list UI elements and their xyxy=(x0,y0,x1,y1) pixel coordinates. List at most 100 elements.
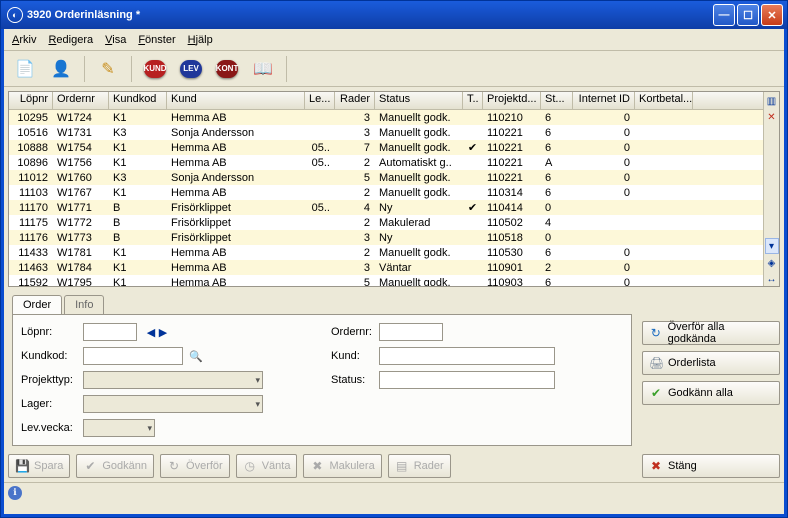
cell-kund: Sonja Andersson xyxy=(167,127,305,139)
tab-info[interactable]: Info xyxy=(64,295,104,314)
grid-resize-icon[interactable]: ↔ xyxy=(765,272,779,286)
cell-ordernr: W1784 xyxy=(53,262,109,274)
cell-kund: Hemma AB xyxy=(167,112,305,124)
cell-kund: Hemma AB xyxy=(167,277,305,287)
col-projektd[interactable]: Projektd... xyxy=(483,92,541,109)
cell-internet: 0 xyxy=(573,277,635,287)
lopnr-input[interactable] xyxy=(83,323,137,341)
grid-columns-icon[interactable]: ▥ xyxy=(765,94,779,108)
ordernr-input[interactable] xyxy=(379,323,443,341)
kont-badge-icon[interactable]: KONT xyxy=(212,55,242,83)
table-row[interactable]: 11103W1767K1Hemma AB2Manuellt godk.11031… xyxy=(9,185,763,200)
stang-button[interactable]: ✖Stäng xyxy=(642,454,780,478)
menu-redigera[interactable]: Redigera xyxy=(48,34,93,46)
menu-visa[interactable]: Visa xyxy=(105,34,126,46)
vanta-button[interactable]: ◷Vänta xyxy=(236,454,298,478)
overfor-alla-button[interactable]: ↻Överför alla godkända xyxy=(642,321,780,345)
col-st[interactable]: St... xyxy=(541,92,573,109)
table-row[interactable]: 11592W1795K1Hemma AB5Manuellt godk.11090… xyxy=(9,275,763,286)
table-row[interactable]: 11176W1773BFrisörklippet3Ny1105180 xyxy=(9,230,763,245)
overfor-button[interactable]: ↻Överför xyxy=(160,454,230,478)
col-t[interactable]: T.. xyxy=(463,92,483,109)
cell-rader: 2 xyxy=(335,247,375,259)
cell-projektd: 110221 xyxy=(483,127,541,139)
menu-fonster[interactable]: Fönster xyxy=(138,34,175,46)
add-user-icon[interactable]: 👤 xyxy=(46,55,76,83)
cell-rader: 2 xyxy=(335,187,375,199)
projekttyp-label: Projekttyp: xyxy=(21,374,83,386)
lev-badge-icon[interactable]: LEV xyxy=(176,55,206,83)
cell-kundkod: K1 xyxy=(109,277,167,287)
col-lopnr[interactable]: Löpnr xyxy=(9,92,53,109)
kund-input[interactable] xyxy=(379,347,555,365)
orderlista-button[interactable]: 🖨Orderlista xyxy=(642,351,780,375)
rader-button[interactable]: ▤Rader xyxy=(388,454,451,478)
grid-close-icon[interactable]: ✕ xyxy=(765,110,779,124)
godkann-button[interactable]: ✔Godkänn xyxy=(76,454,154,478)
status-bar: ℹ xyxy=(4,482,784,502)
table-row[interactable]: 11175W1772BFrisörklippet2Makulerad110502… xyxy=(9,215,763,230)
table-row[interactable]: 11463W1784K1Hemma AB3Väntar11090120 xyxy=(9,260,763,275)
cell-st: 6 xyxy=(541,247,573,259)
col-le[interactable]: Le... xyxy=(305,92,335,109)
grid-rows[interactable]: 10295W1724K1Hemma AB3Manuellt godk.11021… xyxy=(9,110,763,286)
status-input[interactable] xyxy=(379,371,555,389)
menu-arkiv[interactable]: Arkiv xyxy=(12,34,36,46)
kund-badge-icon[interactable]: KUND xyxy=(140,55,170,83)
cell-lopnr: 11592 xyxy=(9,277,53,287)
spara-button[interactable]: 💾Spara xyxy=(8,454,70,478)
table-row[interactable]: 10516W1731K3Sonja Andersson3Manuellt god… xyxy=(9,125,763,140)
cell-kundkod: K1 xyxy=(109,112,167,124)
lookup-icon[interactable]: 🔍 xyxy=(189,350,203,363)
menu-hjalp[interactable]: Hjälp xyxy=(188,34,213,46)
col-rader[interactable]: Rader xyxy=(335,92,375,109)
makulera-button[interactable]: ✖Makulera xyxy=(303,454,381,478)
minimize-button[interactable]: — xyxy=(713,4,735,26)
table-row[interactable]: 10888W1754K1Hemma AB05..7Manuellt godk.✔… xyxy=(9,140,763,155)
projekttyp-select[interactable] xyxy=(83,371,263,389)
table-row[interactable]: 11170W1771BFrisörklippet05..4Ny✔1104140 xyxy=(9,200,763,215)
table-row[interactable]: 11433W1781K1Hemma AB2Manuellt godk.11053… xyxy=(9,245,763,260)
table-row[interactable]: 10896W1756K1Hemma AB05..2Automatiskt g..… xyxy=(9,155,763,170)
edit-icon[interactable]: ✎ xyxy=(93,55,123,83)
kundkod-input[interactable] xyxy=(83,347,183,365)
lager-select[interactable] xyxy=(83,395,263,413)
cell-ordernr: W1773 xyxy=(53,232,109,244)
window-title: 3920 Orderinläsning * xyxy=(27,9,140,21)
col-kund[interactable]: Kund xyxy=(167,92,305,109)
levvecka-select[interactable] xyxy=(83,419,155,437)
cell-lopnr: 10888 xyxy=(9,142,53,154)
cell-ordernr: W1767 xyxy=(53,187,109,199)
col-status[interactable]: Status xyxy=(375,92,463,109)
check-icon: ✔ xyxy=(83,459,97,473)
maximize-button[interactable]: ☐ xyxy=(737,4,759,26)
cell-ordernr: W1772 xyxy=(53,217,109,229)
close-button[interactable]: ✕ xyxy=(761,4,783,26)
col-ordernr[interactable]: Ordernr xyxy=(53,92,109,109)
table-row[interactable]: 10295W1724K1Hemma AB3Manuellt godk.11021… xyxy=(9,110,763,125)
prev-icon[interactable]: ◀ xyxy=(145,326,157,339)
rows-icon: ▤ xyxy=(395,459,409,473)
book-icon[interactable]: 📖 xyxy=(248,55,278,83)
col-internet[interactable]: Internet ID xyxy=(573,92,635,109)
col-kundkod[interactable]: Kundkod xyxy=(109,92,167,109)
table-row[interactable]: 11012W1760K3Sonja Andersson5Manuellt god… xyxy=(9,170,763,185)
cell-internet: 0 xyxy=(573,127,635,139)
col-kortbetal[interactable]: Kortbetal... xyxy=(635,92,693,109)
grid-scroll-down-icon[interactable]: ▾ xyxy=(765,238,779,254)
cell-internet: 0 xyxy=(573,172,635,184)
new-doc-icon[interactable]: 📄 xyxy=(10,55,40,83)
grid-nav-icon[interactable]: ◈ xyxy=(765,256,779,270)
cell-status: Ny xyxy=(375,232,463,244)
cell-projektd: 110221 xyxy=(483,157,541,169)
app-icon: ◐ xyxy=(7,7,23,23)
cell-projektd: 110502 xyxy=(483,217,541,229)
order-grid: Löpnr Ordernr Kundkod Kund Le... Rader S… xyxy=(8,91,780,287)
godkann-alla-button[interactable]: ✔Godkänn alla xyxy=(642,381,780,405)
cell-kund: Frisörklippet xyxy=(167,217,305,229)
cell-le: 05.. xyxy=(305,157,335,169)
cell-t: ✔ xyxy=(463,141,483,154)
next-icon[interactable]: ▶ xyxy=(157,326,169,339)
cell-t: ✔ xyxy=(463,201,483,214)
tab-order[interactable]: Order xyxy=(12,295,62,314)
